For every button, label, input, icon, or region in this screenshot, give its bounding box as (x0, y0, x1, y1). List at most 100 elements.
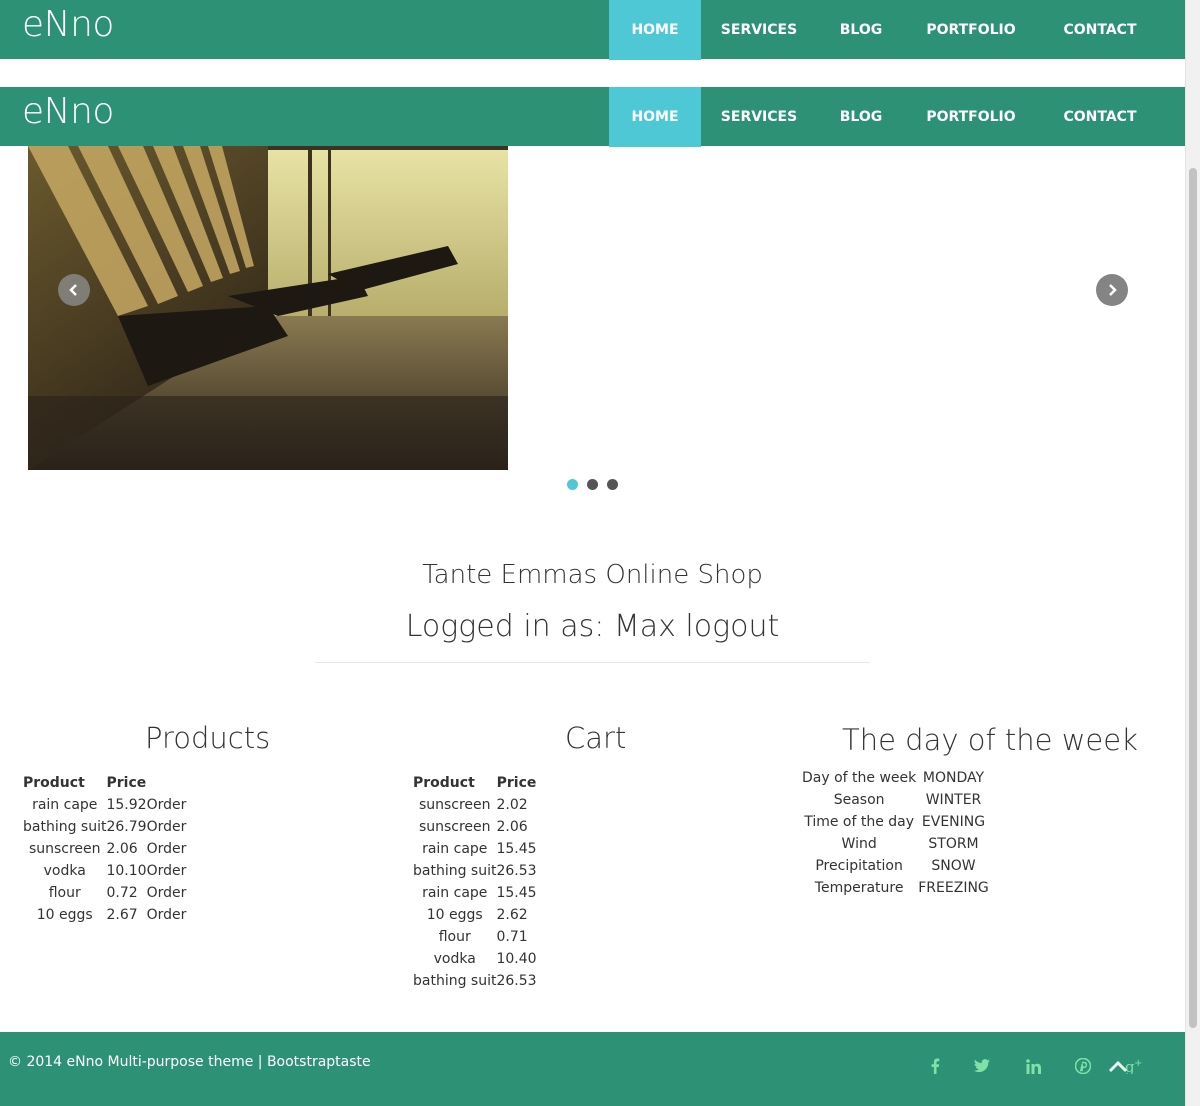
week-attribute: Temperature (814, 880, 904, 896)
nav-item-services[interactable]: SERVICES (701, 0, 817, 60)
order-link[interactable]: Order (147, 794, 187, 816)
table-header-row: Product Price (23, 772, 186, 794)
product-price: 0.72 (106, 885, 138, 901)
product-name: bathing suit (23, 819, 107, 835)
scrollbar[interactable] (1185, 0, 1200, 1106)
carousel-indicators (567, 479, 618, 490)
column-header (147, 772, 187, 794)
shop-title: Tante Emmas Online Shop (422, 560, 763, 590)
table-row: sunscreen 2.06 Order (23, 838, 186, 860)
order-link[interactable]: Order (147, 838, 187, 860)
table-row: sunscreen 2.06 (413, 816, 537, 838)
nav-menu: HOME SERVICES BLOG PORTFOLIO CONTACT (609, 0, 1185, 60)
cart-item-name: vodka (433, 951, 476, 967)
product-price: 26.79 (106, 819, 147, 835)
nav-item-contact[interactable]: CONTACT (1037, 0, 1163, 60)
cart-item-name: bathing suit (413, 973, 497, 989)
table-row: Precipitation SNOW (802, 855, 989, 877)
column-header: Price (106, 775, 147, 791)
login-status: Logged in as: Max logout (405, 609, 780, 644)
facebook-icon[interactable] (924, 1055, 946, 1077)
nav-item-home[interactable]: HOME (609, 0, 701, 60)
week-attribute: Day of the week (802, 770, 917, 786)
cart-item-name: sunscreen (418, 819, 491, 835)
cart-item-name: bathing suit (413, 863, 497, 879)
table-row: Temperature FREEZING (802, 877, 989, 899)
chevron-right-icon (1109, 284, 1117, 296)
table-row: vodka 10.10 Order (23, 860, 187, 882)
svg-text:+: + (1134, 1058, 1142, 1069)
nav-item-contact[interactable]: CONTACT (1037, 87, 1163, 147)
brand-logo[interactable]: eNno (22, 4, 114, 45)
carousel-slide-image (28, 146, 508, 470)
product-name: sunscreen (28, 841, 101, 857)
carousel-prev-button[interactable] (58, 274, 90, 306)
divider (315, 662, 870, 663)
cart-item-name: rain cape (422, 885, 488, 901)
table-row: Time of the day EVENING (802, 811, 989, 833)
products-title: Products (145, 721, 271, 755)
table-row: 10 eggs 2.67 Order (23, 904, 187, 926)
week-value: EVENING (921, 814, 986, 830)
linkedin-icon[interactable] (1022, 1055, 1044, 1077)
week-attribute: Wind (841, 836, 877, 852)
week-title: The day of the week (842, 723, 1138, 757)
cart-item-price: 0.71 (496, 929, 528, 945)
table-row: rain cape 15.45 (413, 882, 537, 904)
cart-item-name: sunscreen (418, 797, 491, 813)
footer: © 2014 eNno Multi-purpose theme | Bootst… (0, 1032, 1185, 1106)
week-value: MONDAY (922, 770, 985, 786)
top-navbar: eNno HOME SERVICES BLOG PORTFOLIO CONTAC… (0, 0, 1185, 60)
footer-copyright: © 2014 eNno Multi-purpose theme | Bootst… (8, 1054, 371, 1070)
nav-item-blog[interactable]: BLOG (817, 87, 905, 147)
table-row: bathing suit 26.79 Order (23, 816, 186, 838)
hero-carousel (0, 146, 1185, 490)
carousel-indicator[interactable] (587, 479, 598, 490)
week-value: WINTER (925, 792, 982, 808)
week-value: SNOW (931, 858, 976, 874)
week-value: FREEZING (918, 880, 989, 896)
scrollbar-thumb[interactable] (1189, 168, 1197, 1028)
nav-item-home[interactable]: HOME (609, 87, 701, 147)
table-row: Season WINTER (802, 789, 989, 811)
table-row: vodka 10.40 (413, 948, 537, 970)
carousel-indicator[interactable] (607, 479, 618, 490)
column-header: Price (496, 775, 537, 791)
order-link[interactable]: Order (147, 882, 187, 904)
product-name: vodka (43, 863, 86, 879)
twitter-icon[interactable] (971, 1055, 993, 1077)
carousel-next-button[interactable] (1096, 274, 1128, 306)
cart-item-price: 2.06 (496, 819, 528, 835)
cart-item-name: flour (438, 929, 471, 945)
cart-item-name: rain cape (422, 841, 488, 857)
cart-item-price: 2.62 (496, 907, 528, 923)
week-table: Day of the week MONDAY Season WINTER Tim… (802, 767, 989, 899)
cart-item-price: 2.02 (496, 797, 528, 813)
pinterest-icon[interactable] (1072, 1055, 1094, 1077)
carousel-indicator[interactable] (567, 479, 578, 490)
back-to-top-icon[interactable] (1107, 1056, 1129, 1078)
cart-item-price: 10.40 (496, 951, 537, 967)
product-name: 10 eggs (36, 907, 93, 923)
order-link[interactable]: Order (147, 816, 187, 838)
product-price: 2.06 (106, 841, 138, 857)
nav-item-services[interactable]: SERVICES (701, 87, 817, 147)
product-price: 15.92 (106, 797, 147, 813)
cart-item-price: 26.53 (496, 863, 537, 879)
cart-title: Cart (565, 721, 627, 755)
order-link[interactable]: Order (147, 860, 187, 882)
table-row: rain cape 15.92 Order (23, 794, 186, 816)
nav-item-portfolio[interactable]: PORTFOLIO (905, 87, 1037, 147)
table-row: Wind STORM (802, 833, 989, 855)
nav-item-blog[interactable]: BLOG (817, 0, 905, 60)
brand-logo[interactable]: eNno (22, 91, 114, 132)
column-header: Product (23, 775, 85, 791)
table-row: Day of the week MONDAY (802, 767, 989, 789)
table-row: flour 0.72 Order (23, 882, 187, 904)
cart-item-price: 15.45 (496, 841, 537, 857)
order-link[interactable]: Order (147, 904, 187, 926)
nav-item-portfolio[interactable]: PORTFOLIO (905, 0, 1037, 60)
product-name: rain cape (32, 797, 98, 813)
